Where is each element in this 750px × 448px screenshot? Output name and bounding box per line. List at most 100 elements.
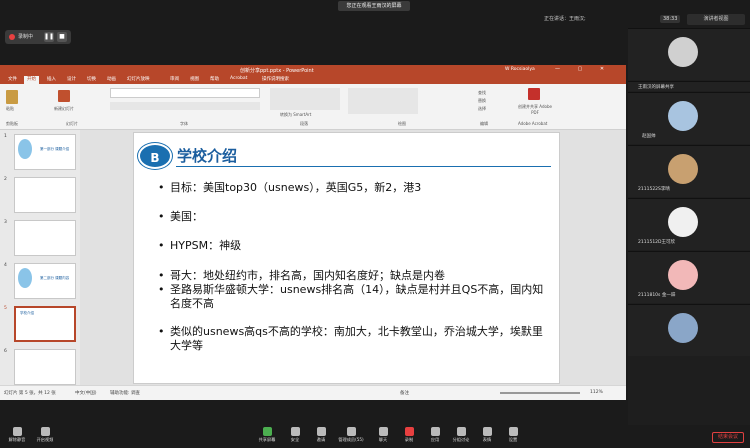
thumb-text: 学校介绍 <box>20 311 34 315</box>
paragraph-buttons[interactable] <box>270 88 340 110</box>
bullet-item[interactable]: • 哥大：地处纽约市，排名高，国内知名度好；缺点是内卷 <box>158 269 550 283</box>
tab-insert[interactable]: 插入 <box>47 76 56 82</box>
window-title: 创新分享ppt.pptx - PowerPoint <box>240 68 314 74</box>
status-bar: 幻灯片 第 5 张，共 12 张 中文(中国) 辅助功能: 调查 备注 112% <box>0 385 626 400</box>
share-screen-button[interactable]: 共享屏幕 <box>254 427 280 443</box>
select-button[interactable]: 选择 <box>478 106 486 112</box>
avatar <box>668 207 698 237</box>
microphone-icon <box>12 427 22 436</box>
paste-icon[interactable] <box>6 90 18 104</box>
bullet-item[interactable]: • HYPSM：神级 <box>158 239 550 253</box>
editing-group-label: 编辑 <box>480 121 488 126</box>
thumb-graphic-icon <box>18 268 32 288</box>
slide-thumbnail[interactable]: 第二部分 课题内容 <box>14 263 76 299</box>
bullet-item[interactable]: • 美国： <box>158 210 550 224</box>
accessibility-status[interactable]: 辅助功能: 调查 <box>110 390 140 396</box>
slide-thumbnail[interactable] <box>14 349 76 385</box>
manage-members-button[interactable]: 管理成员(55) <box>334 427 368 443</box>
font-group-label: 字体 <box>180 121 188 126</box>
thumb-number: 2 <box>4 177 7 182</box>
tab-animations[interactable]: 动画 <box>107 76 116 82</box>
tab-slideshow[interactable]: 幻灯片放映 <box>127 76 150 82</box>
avatar <box>668 260 698 290</box>
tab-review[interactable]: 审阅 <box>170 76 179 82</box>
bullet-item[interactable]: • 目标：美国top30（usnews），英国G5，新2，港3 <box>158 181 550 195</box>
window-controls-icon[interactable]: — ▢ ✕ <box>555 66 612 72</box>
shield-icon <box>290 427 300 436</box>
invite-button[interactable]: 邀请 <box>308 427 334 443</box>
screen-share-banner[interactable]: 您正在观看王雨汉的屏幕 <box>338 1 410 11</box>
tab-acrobat[interactable]: Acrobat <box>230 76 247 81</box>
notes-button[interactable]: 备注 <box>400 390 409 396</box>
participant-tile[interactable]: 2111810s 金一辞 <box>628 251 750 303</box>
slide-thumbnail-selected[interactable]: 学校介绍 <box>14 306 76 342</box>
stop-recording-button[interactable]: ■ <box>57 32 67 42</box>
breakout-button[interactable]: 分组讨论 <box>448 427 474 443</box>
reactions-button[interactable]: 表情 <box>474 427 500 443</box>
slide-thumbnail[interactable] <box>14 220 76 256</box>
shapes-gallery[interactable] <box>348 88 418 114</box>
participant-tile[interactable]: 2111512D王可欣 <box>628 198 750 250</box>
recording-label: 录制中 <box>18 34 34 40</box>
mute-button[interactable]: 解除静音 <box>4 427 30 443</box>
drawing-group-label: 绘图 <box>398 121 406 126</box>
slides-group-label: 幻灯片 <box>66 121 78 126</box>
slide-thumbnail[interactable]: 第一部分 课题介绍 <box>14 134 76 170</box>
paste-label: 粘贴 <box>6 106 14 111</box>
record-button[interactable]: 录制 <box>396 427 422 443</box>
tell-me-search[interactable]: 操作说明搜索 <box>262 76 289 82</box>
tab-view[interactable]: 视图 <box>190 76 199 82</box>
title-bar: 创新分享ppt.pptx - PowerPoint W Rocsiaolya —… <box>0 65 626 75</box>
security-button[interactable]: 安全 <box>282 427 308 443</box>
participant-name: 2111512D王可欣 <box>638 240 676 245</box>
bullet-item[interactable]: • 圣路易斯华盛顿大学：usnews排名高（14），缺点是村并且QS不高，国内知名… <box>158 283 550 311</box>
user-name[interactable]: W Rocsiaolya <box>505 67 535 72</box>
tab-design[interactable]: 设计 <box>67 76 76 82</box>
current-slide[interactable]: B 学校介绍 • 目标：美国top30（usnews），英国G5，新2，港3 • 美… <box>133 132 560 384</box>
ribbon-home: 粘贴 剪贴板 新建幻灯片 幻灯片 字体 转换为 SmartArt 段落 绘图 查… <box>0 84 626 130</box>
gear-icon <box>508 427 518 436</box>
tab-file[interactable]: 文件 <box>8 76 17 82</box>
slide-thumbnail-pane: 1 第一部分 课题介绍 2 3 4 第二部分 课题内容 5 学校介绍 6 <box>0 130 80 385</box>
end-meeting-button[interactable]: 结束会议 <box>712 432 744 443</box>
participant-name: 2111522S李晴 <box>638 187 670 192</box>
adobe-pdf-icon[interactable] <box>528 88 540 100</box>
create-pdf-button[interactable]: 创建并共享 Adobe PDF <box>515 104 555 115</box>
slide-title[interactable]: 学校介绍 <box>177 145 237 166</box>
participant-tile[interactable] <box>628 28 750 80</box>
participant-name: 赵国帅 <box>642 134 656 139</box>
thumb-number: 3 <box>4 220 7 225</box>
chat-button[interactable]: 聊天 <box>370 427 396 443</box>
zoom-level[interactable]: 112% <box>590 390 603 395</box>
participant-tile[interactable]: 2111522S李晴 <box>628 145 750 197</box>
new-slide-icon[interactable] <box>58 90 70 102</box>
participant-tile[interactable]: 赵国帅 <box>628 92 750 144</box>
speaking-indicator: 正在讲话：王雨汉; <box>544 16 586 22</box>
convert-smartart-button[interactable]: 转换为 SmartArt <box>280 112 311 118</box>
find-button[interactable]: 查找 <box>478 90 486 96</box>
bullet-item[interactable]: • 类似的usnews高qs不高的学校：南加大，北卡教堂山，乔治城大学，埃默里大学… <box>158 325 550 353</box>
participant-tile[interactable]: 王雨汉的屏幕共享 <box>628 81 750 91</box>
zoom-slider[interactable] <box>500 392 580 394</box>
recording-control: 录制中 ❚❚ ■ <box>5 30 71 44</box>
avatar <box>668 313 698 343</box>
tab-transitions[interactable]: 切换 <box>87 76 96 82</box>
participant-name: 2111810s 金一辞 <box>638 293 676 298</box>
font-name-select[interactable] <box>110 88 260 98</box>
font-format-buttons[interactable] <box>110 102 260 110</box>
participant-tile[interactable] <box>628 304 750 356</box>
replace-button[interactable]: 替换 <box>478 98 486 104</box>
tab-home[interactable]: 开始 <box>24 76 39 84</box>
view-mode-button[interactable]: 演讲者视图 <box>687 14 745 25</box>
language[interactable]: 中文(中国) <box>75 390 97 396</box>
slide-thumbnail[interactable] <box>14 177 76 213</box>
pause-recording-button[interactable]: ❚❚ <box>44 32 54 42</box>
video-button[interactable]: 开启视频 <box>32 427 58 443</box>
apps-button[interactable]: 应用 <box>422 427 448 443</box>
avatar <box>668 154 698 184</box>
slide-editing-area: B 学校介绍 • 目标：美国top30（usnews），英国G5，新2，港3 • 美… <box>80 130 626 385</box>
emoji-icon <box>482 427 492 436</box>
settings-button[interactable]: 设置 <box>500 427 526 443</box>
avatar <box>668 37 698 67</box>
tab-help[interactable]: 帮助 <box>210 76 219 82</box>
